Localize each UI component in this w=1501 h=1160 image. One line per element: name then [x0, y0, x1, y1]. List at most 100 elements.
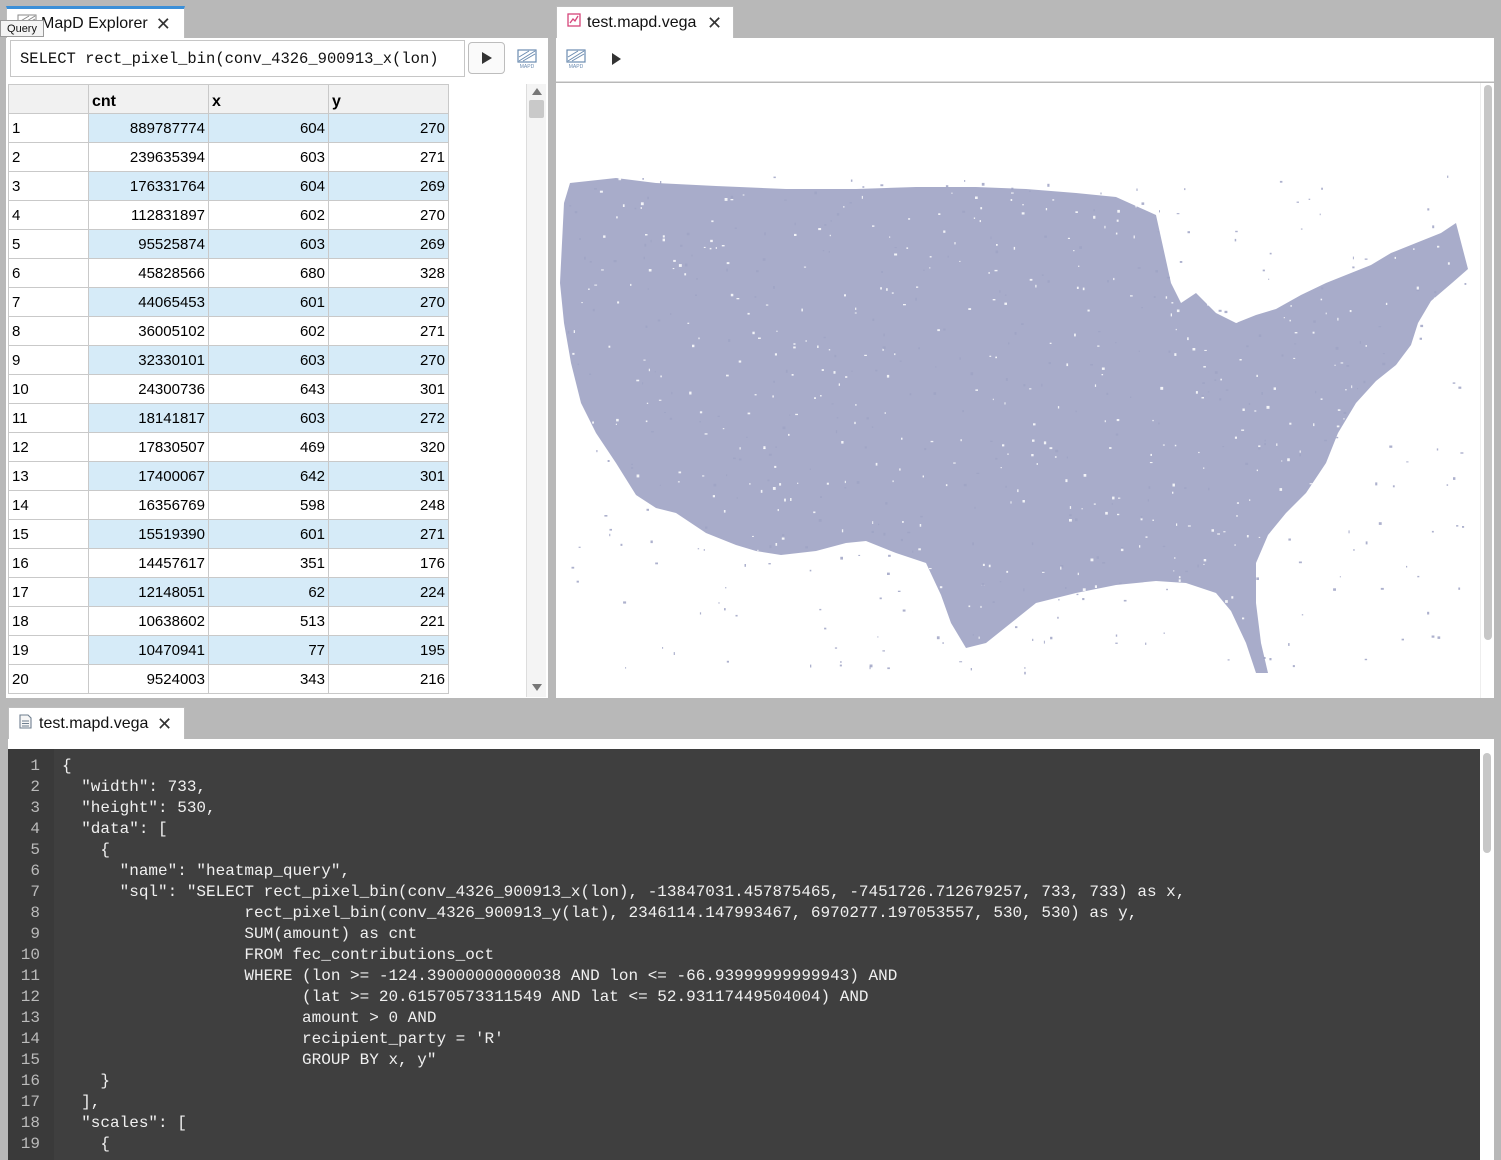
map-speckle-dot [1309, 483, 1313, 485]
file-icon [19, 713, 32, 734]
run-query-button[interactable] [468, 42, 505, 74]
map-speckle-dot [1366, 534, 1370, 537]
map-speckle-dot [699, 421, 701, 423]
map-speckle-dot [726, 474, 728, 477]
map-speckle-dot [661, 658, 664, 660]
map-speckle-dot [937, 626, 939, 629]
map-speckle-dot [828, 251, 830, 253]
map-speckle-dot [660, 181, 662, 184]
map-speckle-dot [664, 412, 666, 413]
map-speckle-dot [756, 270, 759, 273]
map-speckle-dot [1457, 401, 1461, 404]
map-speckle-dot [1048, 659, 1050, 662]
table-row[interactable]: 14 16356769 598 248 [8, 490, 449, 520]
map-speckle-dot [1442, 451, 1445, 454]
run-button[interactable] [612, 53, 621, 65]
row-number-header[interactable] [8, 84, 89, 114]
map-speckle-dot [1460, 452, 1464, 454]
query-input[interactable]: SELECT rect_pixel_bin(conv_4326_900913_x… [10, 40, 465, 77]
table-row[interactable]: 19 10470941 77 195 [8, 635, 449, 665]
map-speckle-dot [826, 482, 829, 485]
close-icon[interactable]: ✕ [707, 14, 722, 32]
tab-label: test.mapd.vega [39, 714, 149, 732]
map-speckle-dot [1363, 380, 1366, 384]
map-speckle-dot [1073, 250, 1075, 252]
table-row[interactable]: 8 36005102 602 271 [8, 316, 449, 346]
results-scrollbar[interactable] [526, 84, 546, 697]
code-line: ], [62, 1093, 101, 1111]
map-speckle-dot [883, 333, 885, 337]
map-speckle-dot [1380, 587, 1384, 590]
table-row[interactable]: 5 95525874 603 269 [8, 229, 449, 259]
editor-scrollbar[interactable] [1480, 749, 1494, 1160]
column-header-x[interactable]: x [208, 84, 329, 114]
map-speckle-dot [894, 247, 897, 249]
scroll-thumb[interactable] [1484, 85, 1492, 640]
column-header-cnt[interactable]: cnt [88, 84, 209, 114]
map-speckle-dot [1049, 342, 1052, 344]
close-icon[interactable]: ✕ [157, 715, 172, 733]
mapd-render-icon[interactable]: MAPD [516, 48, 538, 75]
map-speckle-dot [1069, 514, 1072, 517]
table-row[interactable]: 2 239635394 603 271 [8, 142, 449, 172]
table-row[interactable]: 9 32330101 603 270 [8, 345, 449, 375]
map-speckle-dot [752, 535, 754, 537]
table-row[interactable]: 12 17830507 469 320 [8, 432, 449, 462]
table-row[interactable]: 3 176331764 604 269 [8, 171, 449, 201]
tab-vega-source[interactable]: test.mapd.vega ✕ [8, 707, 185, 739]
table-row[interactable]: 15 15519390 601 271 [8, 519, 449, 549]
table-row[interactable]: 11 18141817 603 272 [8, 403, 449, 433]
map-speckle-dot [886, 288, 888, 291]
scroll-down-icon[interactable] [532, 684, 542, 691]
map-canvas[interactable] [556, 83, 1480, 698]
map-speckle-dot [651, 431, 654, 433]
map-speckle-dot [1397, 410, 1400, 413]
us-heatmap-fill [560, 178, 1468, 673]
map-speckle-dot [840, 659, 842, 661]
code-line: } [62, 1072, 111, 1090]
map-speckle-dot [844, 480, 846, 484]
map-speckle-dot [822, 563, 825, 565]
map-scrollbar[interactable] [1480, 83, 1494, 698]
cell-cnt: 9524003 [88, 664, 209, 694]
svg-text:MAPD: MAPD [569, 64, 584, 70]
map-speckle-dot [1420, 324, 1424, 328]
map-speckle-dot [970, 668, 972, 671]
map-speckle-dot [803, 266, 807, 268]
row-number: 14 [8, 490, 89, 520]
map-speckle-dot [658, 399, 662, 401]
column-header-y[interactable]: y [328, 84, 449, 114]
table-row[interactable]: 7 44065453 601 270 [8, 287, 449, 317]
map-speckle-dot [793, 346, 796, 349]
close-icon[interactable]: ✕ [156, 15, 171, 33]
tab-vega-view[interactable]: test.mapd.vega ✕ [556, 6, 734, 38]
map-speckle-dot [691, 548, 694, 550]
code-editor[interactable]: 1 {2 "width": 733, 3 "height": 530, 4 "data… [8, 749, 1494, 1160]
map-speckle-dot [872, 521, 874, 524]
map-speckle-dot [652, 508, 655, 511]
map-speckle-dot [1211, 529, 1214, 532]
map-speckle-dot [814, 191, 817, 195]
table-row[interactable]: 20 9524003 343 216 [8, 664, 449, 694]
map-speckle-dot [779, 180, 782, 183]
table-row[interactable]: 6 45828566 680 328 [8, 258, 449, 288]
line-number: 5 [30, 841, 40, 859]
table-row[interactable]: 1 889787774 604 270 [8, 113, 449, 143]
table-row[interactable]: 13 17400067 642 301 [8, 461, 449, 491]
scroll-up-icon[interactable] [532, 88, 542, 95]
scroll-thumb[interactable] [529, 100, 544, 118]
map-speckle-dot [1005, 378, 1008, 381]
map-speckle-dot [674, 536, 678, 539]
table-row[interactable]: 4 112831897 602 270 [8, 200, 449, 230]
table-row[interactable]: 16 14457617 351 176 [8, 548, 449, 578]
map-speckle-dot [697, 659, 699, 662]
map-speckle-dot [768, 453, 772, 456]
mapd-render-icon[interactable]: MAPD [565, 48, 587, 75]
map-speckle-dot [882, 650, 885, 652]
table-row[interactable]: 10 24300736 643 301 [8, 374, 449, 404]
table-row[interactable]: 18 10638602 513 221 [8, 606, 449, 636]
map-speckle-dot [1010, 199, 1013, 201]
table-row[interactable]: 17 12148051 62 224 [8, 577, 449, 607]
map-speckle-dot [757, 549, 759, 551]
scroll-thumb[interactable] [1483, 753, 1491, 853]
